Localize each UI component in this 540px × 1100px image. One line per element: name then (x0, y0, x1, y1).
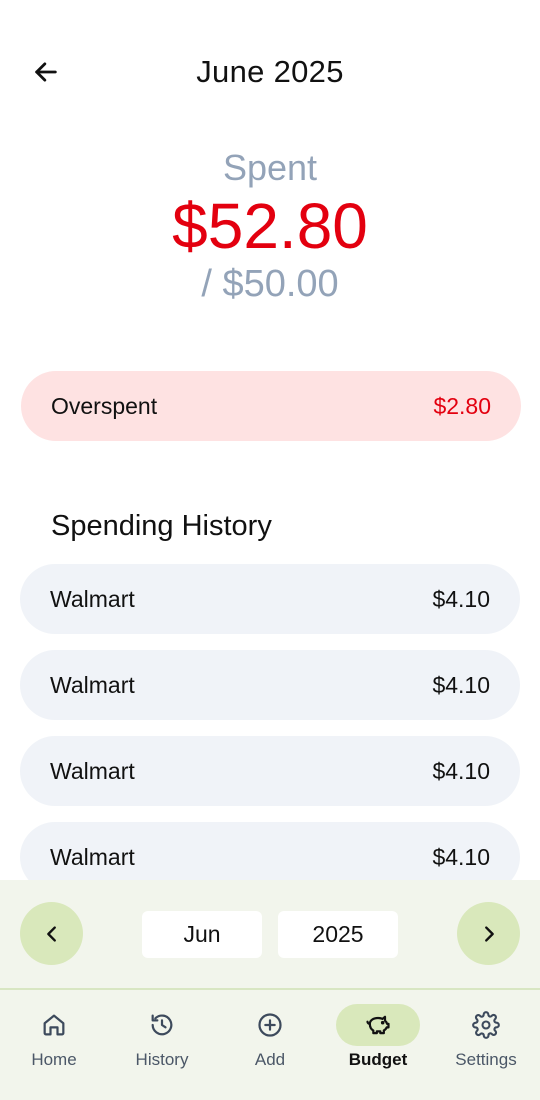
nav-label-home: Home (31, 1050, 77, 1069)
piggy-bank-icon (366, 1015, 390, 1035)
nav-item-home[interactable]: Home (0, 1004, 108, 1078)
transaction-amount: $4.10 (432, 843, 490, 870)
history-icon (151, 1014, 173, 1036)
merchant-name: Walmart (50, 757, 135, 784)
spent-amount: $52.80 (172, 190, 368, 262)
next-month-button[interactable] (457, 902, 520, 965)
back-button[interactable] (26, 52, 66, 92)
spending-summary: Spent $52.80 / $50.00 (0, 140, 540, 310)
home-icon (43, 1014, 65, 1036)
nav-item-budget[interactable]: Budget (324, 1004, 432, 1078)
transaction-amount: $4.10 (432, 757, 490, 784)
transaction-amount: $4.10 (432, 671, 490, 698)
nav-label-add: Add (254, 1050, 286, 1069)
previous-month-button[interactable] (20, 902, 83, 965)
budget-screen: June 2025 Spent $52.80 / $50.00 Overspen… (0, 0, 540, 1100)
spent-label: Spent (222, 147, 318, 188)
bottom-nav: Home History Add Budget Settings (0, 990, 540, 1100)
month-select[interactable]: Jun (142, 911, 262, 958)
gear-icon (472, 1011, 500, 1039)
nav-item-settings[interactable]: Settings (432, 1004, 540, 1078)
merchant-name: Walmart (50, 585, 135, 612)
nav-label-settings: Settings (455, 1050, 517, 1069)
spending-history-list: Walmart $4.10 Walmart $4.10 Walmart $4.1… (20, 564, 520, 908)
nav-item-history[interactable]: History (108, 1004, 216, 1078)
list-item[interactable]: Walmart $4.10 (20, 736, 520, 806)
overspent-amount: $2.80 (433, 392, 491, 419)
merchant-name: Walmart (50, 843, 135, 870)
budget-total: / $50.00 (201, 263, 339, 305)
list-item[interactable]: Walmart $4.10 (20, 564, 520, 634)
year-select[interactable]: 2025 (278, 911, 398, 958)
merchant-name: Walmart (50, 671, 135, 698)
overspent-banner: Overspent $2.80 (21, 371, 521, 441)
chevron-left-icon (46, 925, 56, 942)
nav-label-history: History (135, 1050, 189, 1069)
chevron-right-icon (484, 925, 494, 942)
overspent-label: Overspent (51, 392, 158, 419)
list-item[interactable]: Walmart $4.10 (20, 650, 520, 720)
section-title: Spending History (51, 510, 272, 542)
page-title: June 2025 (196, 54, 344, 89)
header: June 2025 (0, 40, 540, 104)
transaction-amount: $4.10 (432, 585, 490, 612)
nav-item-add[interactable]: Add (216, 1004, 324, 1078)
plus-circle-icon (258, 1013, 282, 1037)
month-picker: Jun 2025 (0, 880, 540, 990)
nav-label-budget: Budget (348, 1050, 408, 1069)
arrow-left-icon (35, 62, 57, 82)
